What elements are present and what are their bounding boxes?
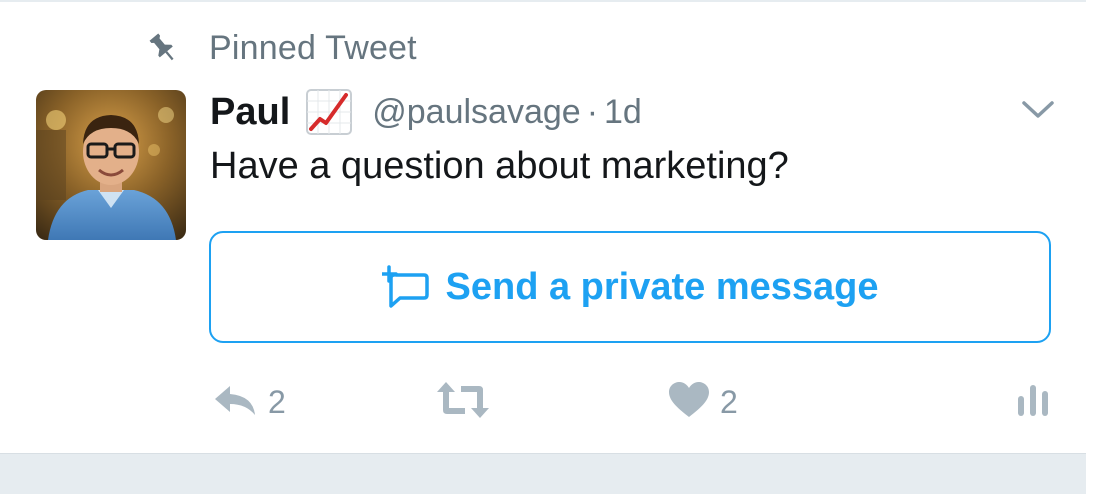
reply-icon [212, 382, 258, 423]
tweet-card-page: Pinned Tweet Paul @paulsavage · 1d Have … [0, 0, 1110, 494]
heart-icon [668, 381, 710, 424]
send-private-message-button[interactable]: Send a private message [209, 231, 1051, 343]
tweet-header: Paul @paulsavage · 1d [210, 86, 642, 138]
like-button[interactable]: 2 [668, 372, 738, 432]
tweet-options-button[interactable] [1018, 94, 1058, 130]
avatar[interactable] [36, 90, 186, 240]
reply-count: 2 [268, 383, 286, 420]
pinned-tweet-context: Pinned Tweet [145, 28, 417, 68]
chevron-down-icon [1021, 99, 1055, 126]
timeline-separator [0, 453, 1086, 494]
analytics-button[interactable] [1016, 372, 1050, 432]
send-private-message-label: Send a private message [445, 265, 879, 308]
pin-icon [145, 30, 181, 66]
retweet-icon [435, 380, 491, 425]
tweet-text: Have a question about marketing? [210, 145, 789, 187]
retweet-button[interactable] [435, 372, 501, 432]
header-separator: · [586, 92, 599, 131]
user-handle[interactable]: @paulsavage [372, 93, 580, 132]
direct-message-icon [381, 265, 430, 309]
tweet-actions: 2 2 [210, 372, 1060, 432]
like-count: 2 [720, 383, 738, 420]
reply-button[interactable]: 2 [212, 372, 286, 432]
pinned-tweet-label: Pinned Tweet [209, 28, 417, 67]
chart-increasing-emoji-icon [306, 89, 353, 135]
tweet-timestamp[interactable]: 1d [604, 93, 642, 132]
display-name[interactable]: Paul [210, 91, 290, 134]
analytics-icon [1016, 382, 1050, 423]
top-divider [0, 0, 1086, 2]
